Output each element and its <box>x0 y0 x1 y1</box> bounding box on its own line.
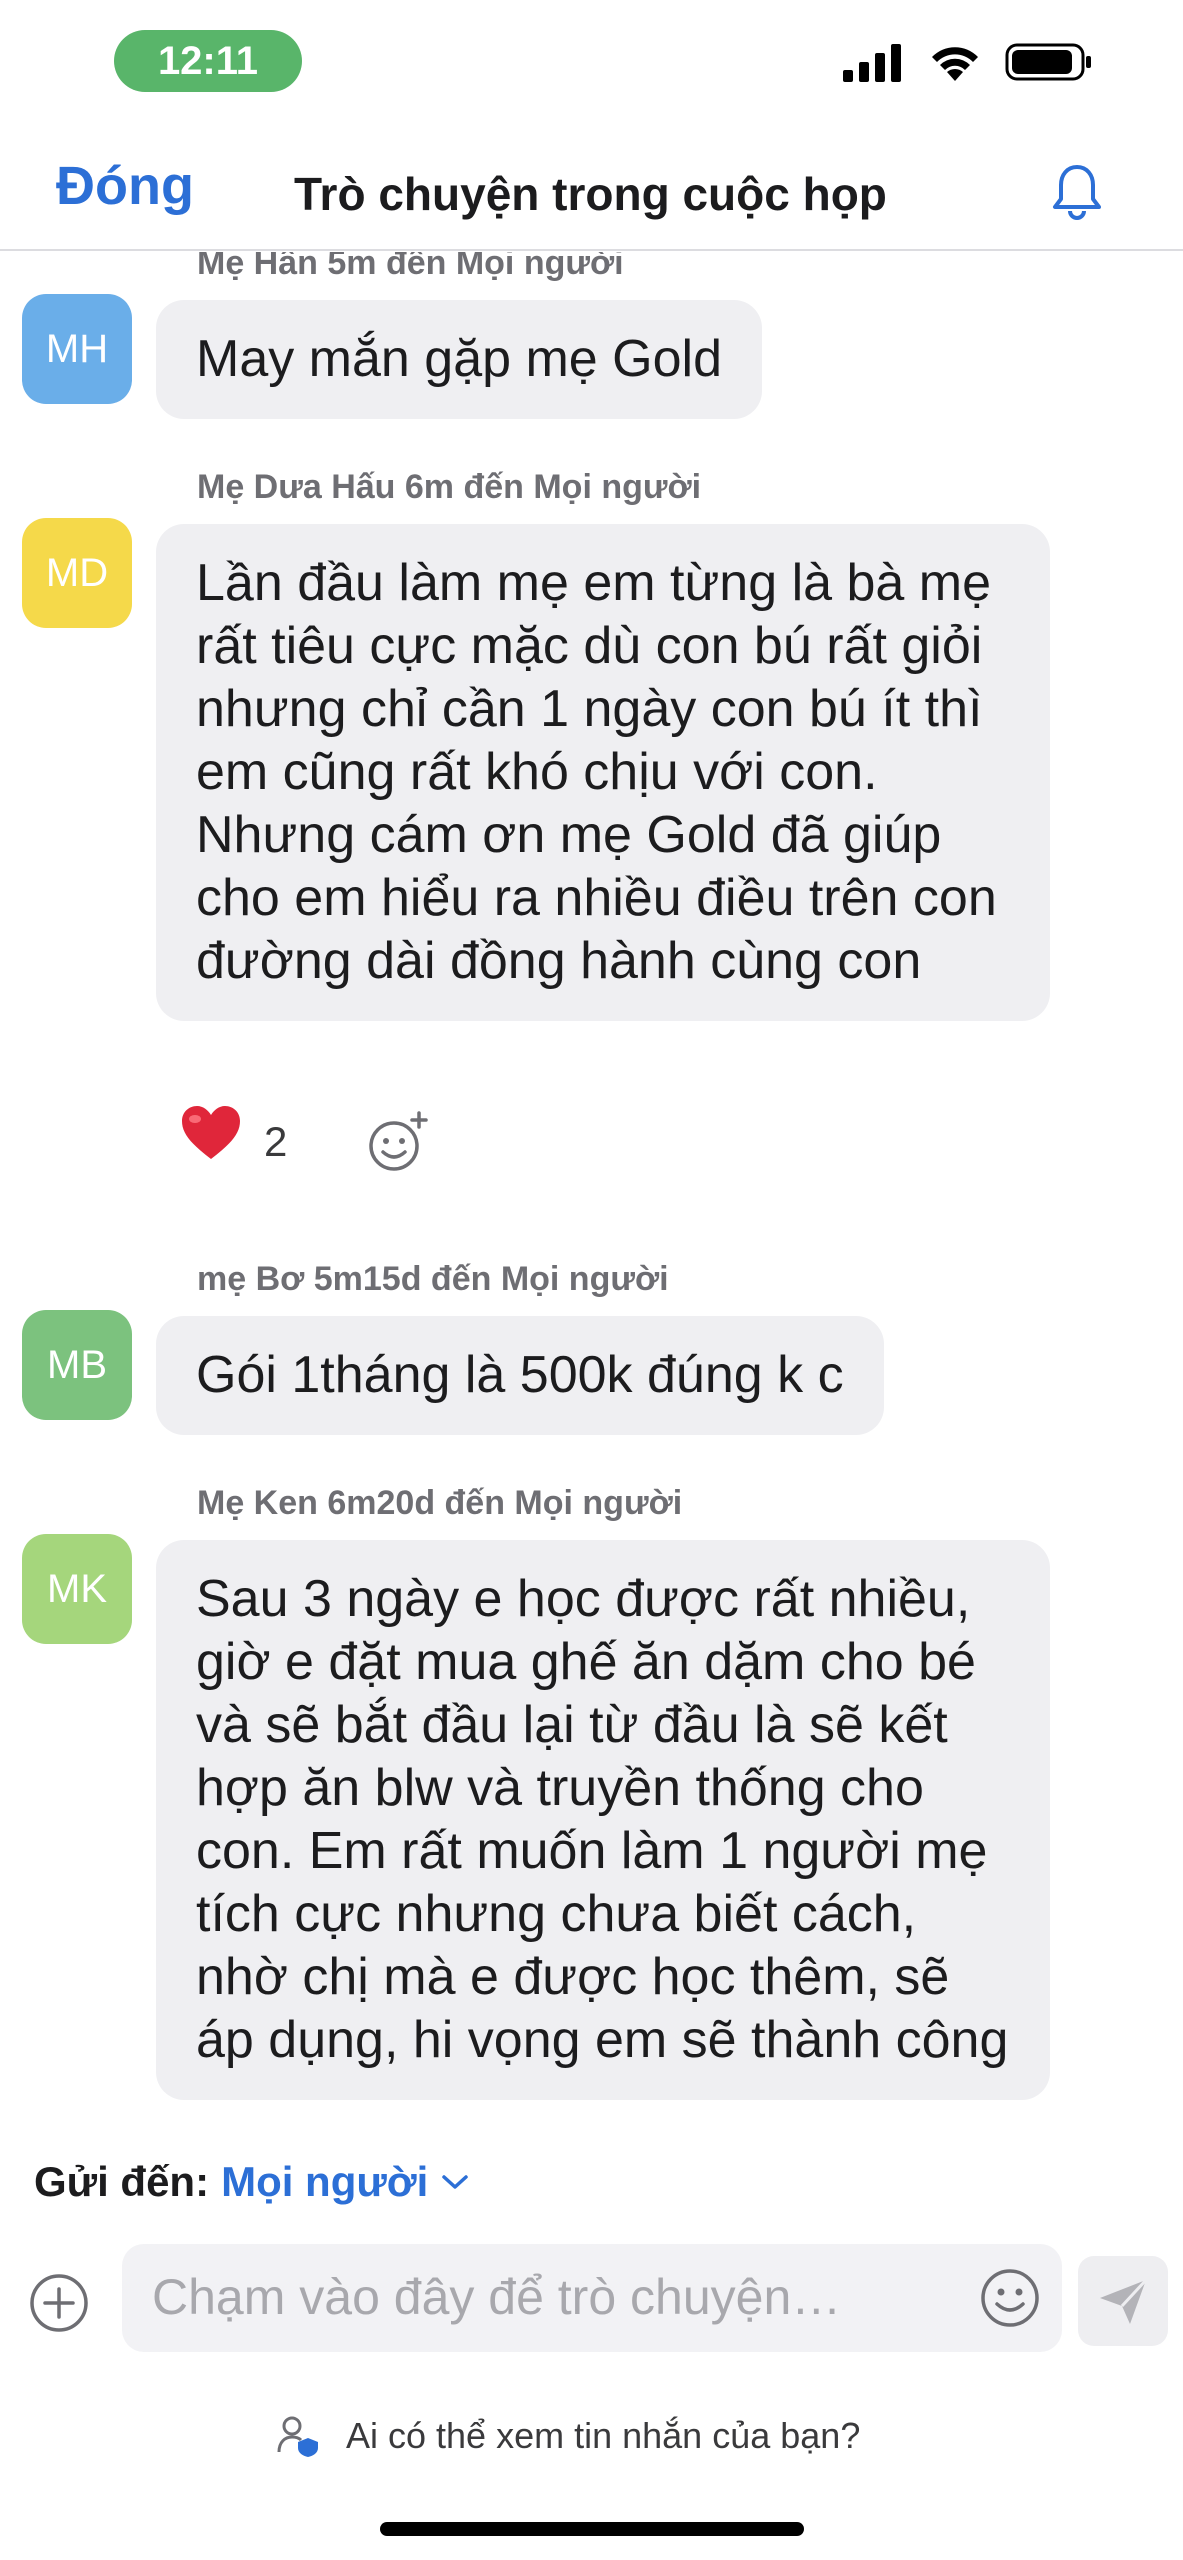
message-bubble[interactable]: Gói 1tháng là 500k đúng k c <box>156 1316 884 1435</box>
close-button[interactable]: Đóng <box>56 155 194 217</box>
emoji-icon[interactable] <box>978 2266 1042 2330</box>
battery-icon <box>1005 43 1091 81</box>
meeting-chat-screen: 12:11 Đóng Trò chuyện trong cuộc họp Mẹ … <box>0 0 1183 2560</box>
avatar: MD <box>22 518 132 628</box>
privacy-link[interactable]: Ai có thể xem tin nhắn của bạn? <box>276 2414 860 2458</box>
avatar: MB <box>22 1310 132 1420</box>
heart-reaction[interactable] <box>180 1102 242 1182</box>
user-shield-icon <box>277 2416 318 2457</box>
reaction-bar: 2 <box>180 1102 429 1182</box>
privacy-text: Ai có thể xem tin nhắn của bạn? <box>346 2415 861 2456</box>
send-to-label: Gửi đến: <box>34 2158 210 2205</box>
message-bubble[interactable]: Lần đầu làm mẹ em từng là bà mẹ rất tiêu… <box>156 524 1050 1021</box>
heart-icon <box>182 1106 240 1159</box>
bell-icon[interactable] <box>1049 161 1105 221</box>
chevron-down-icon <box>442 2175 469 2189</box>
chat-input-placeholder: Chạm vào đây để trò chuyện… <box>152 2269 842 2325</box>
composer: Gửi đến: Mọi người Chạm vào đây để trò c… <box>0 2140 1183 2560</box>
attach-plus-icon[interactable] <box>28 2272 90 2334</box>
status-icons <box>843 40 1093 84</box>
send-button[interactable] <box>1078 2256 1168 2346</box>
page-title: Trò chuyện trong cuộc họp <box>294 168 887 220</box>
message-bubble[interactable]: Sau 3 ngày e học được rất nhiều, giờ e đ… <box>156 1540 1050 2100</box>
send-icon <box>1100 2278 1148 2324</box>
avatar: MK <box>22 1534 132 1644</box>
add-reaction-icon[interactable] <box>367 1111 429 1173</box>
wifi-icon <box>932 47 978 81</box>
home-indicator[interactable] <box>380 2522 804 2536</box>
message-sender: Mẹ Dưa Hấu 6m đến Mọi người <box>197 468 702 506</box>
chat-input[interactable]: Chạm vào đây để trò chuyện… <box>122 2244 1062 2352</box>
message-bubble[interactable]: May mắn gặp mẹ Gold <box>156 300 763 419</box>
status-bar: 12:11 <box>0 0 1183 120</box>
reaction-count: 2 <box>264 1118 288 1165</box>
message-sender: Mẹ Ken 6m20d đến Mọi người <box>197 1484 683 1522</box>
avatar: MH <box>22 294 132 404</box>
chat-header: Đóng Trò chuyện trong cuộc họp <box>0 125 1183 251</box>
send-to-selector[interactable]: Gửi đến: Mọi người <box>34 2158 470 2206</box>
message-sender: mẹ Bơ 5m15d đến Mọi người <box>197 1260 669 1298</box>
send-to-target[interactable]: Mọi người <box>221 2158 428 2206</box>
status-time: 12:11 <box>114 30 302 92</box>
signal-icon <box>843 44 901 82</box>
message-sender: Mẹ Hân 5m đến Mọi người <box>197 252 624 282</box>
message-list[interactable]: Mẹ Hân 5m đến Mọi người MH May mắn gặp m… <box>0 252 1183 2140</box>
